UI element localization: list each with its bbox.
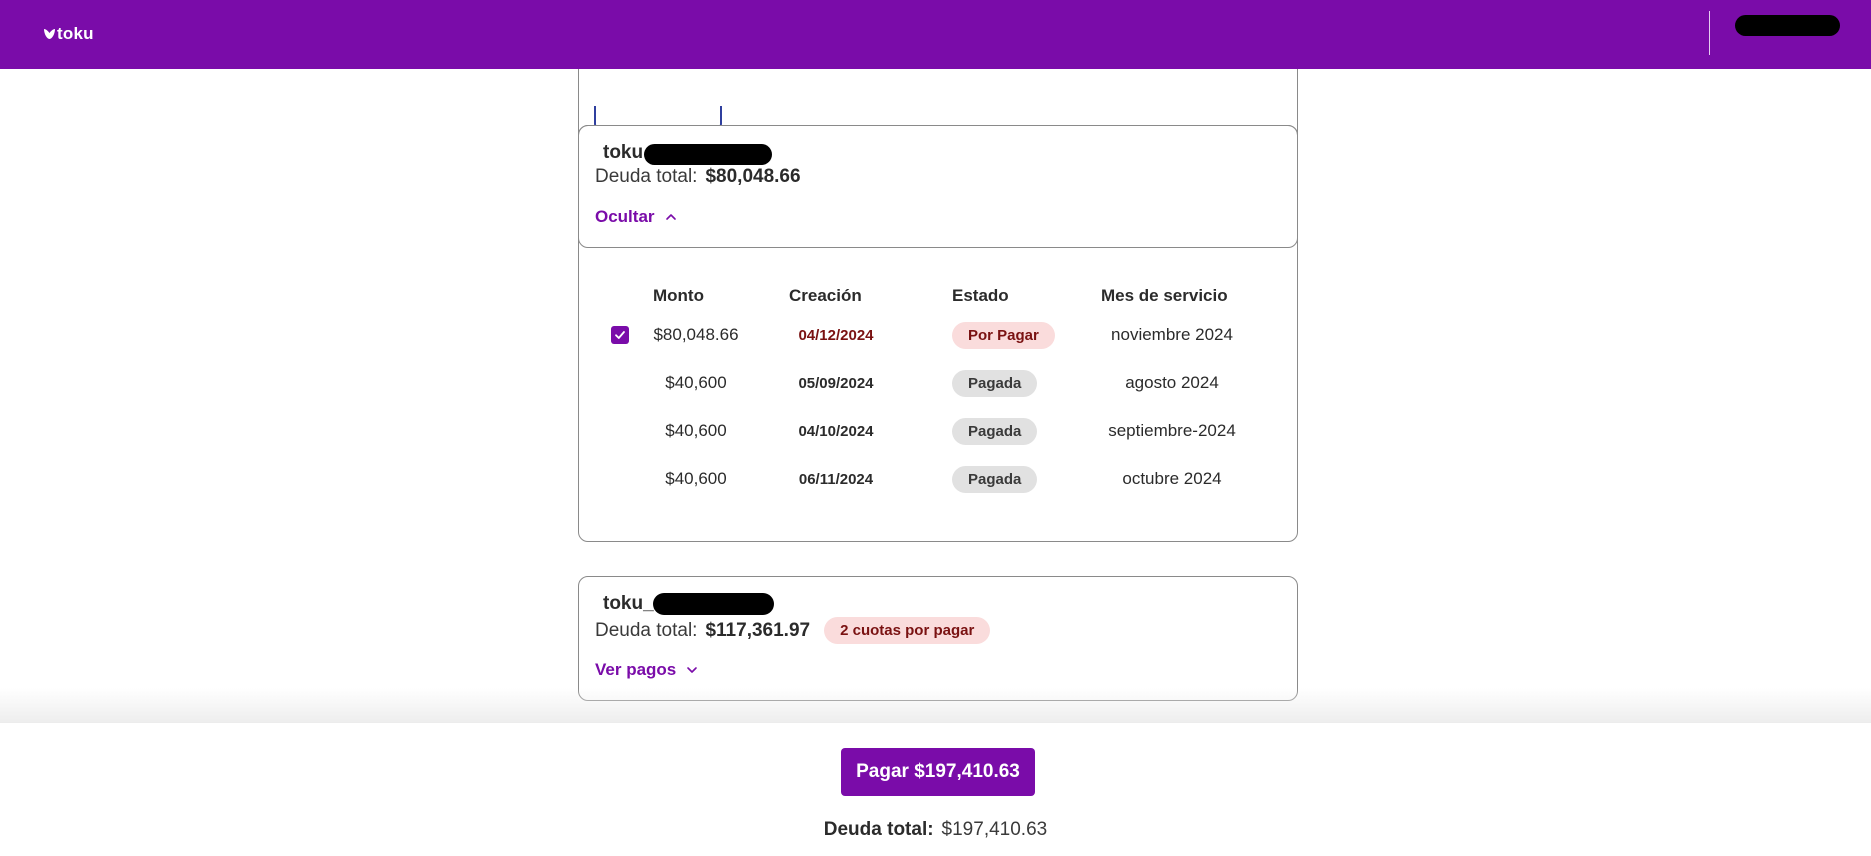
scroll-fade: [0, 688, 1871, 722]
toggle-label: Ocultar: [595, 207, 655, 226]
top-navigation-bar: toku: [0, 0, 1871, 69]
status-badge: Pagada: [952, 417, 1038, 445]
pending-installments-badge: 2 cuotas por pagar: [824, 617, 991, 644]
column-header-service-month: Mes de servicio: [1101, 286, 1228, 305]
row-checkbox[interactable]: [611, 326, 629, 344]
payment-footer: Pagar $197,410.63 Deuda total: $197,410.…: [0, 722, 1871, 856]
account-card: toku Deuda total: $80,048.66 Ocultar Mon…: [578, 125, 1298, 542]
account-card-header: toku Deuda total: $80,048.66 Ocultar: [578, 125, 1298, 248]
footer-total-value: $197,410.63: [941, 819, 1048, 840]
column-header-status: Estado: [952, 286, 1009, 305]
toku-logo[interactable]: toku: [43, 24, 94, 44]
table-row: $40,600 06/11/2024 Pagada octubre 2024: [579, 459, 1299, 499]
row-service-month: septiembre-2024: [1108, 421, 1236, 440]
footer-total: Deuda total: $197,410.63: [0, 819, 1871, 841]
row-service-month: noviembre 2024: [1111, 325, 1233, 344]
checkmark-icon: [615, 331, 625, 339]
table-row: $40,600 05/09/2024 Pagada agosto 2024: [579, 363, 1299, 403]
redacted-account-id: [644, 144, 772, 165]
account-name: toku_: [603, 593, 654, 614]
logo-mark-icon: [44, 29, 55, 39]
account-debt-row: Deuda total: $80,048.66: [595, 166, 801, 188]
row-created-date: 04/10/2024: [798, 422, 874, 440]
status-badge: Por Pagar: [952, 321, 1055, 349]
row-amount: $80,048.66: [653, 325, 739, 344]
row-created-date: 06/11/2024: [798, 470, 874, 488]
row-service-month: octubre 2024: [1122, 469, 1222, 488]
header-divider: [1709, 11, 1710, 55]
row-created-date: 05/09/2024: [798, 374, 874, 392]
row-service-month: agosto 2024: [1125, 373, 1219, 392]
account-debt-row: Deuda total: $117,361.97 2 cuotas por pa…: [595, 617, 991, 644]
debt-amount: $117,361.97: [705, 619, 811, 641]
chevron-up-icon: [665, 214, 676, 220]
row-amount: $40,600: [665, 421, 727, 440]
row-amount: $40,600: [665, 373, 727, 392]
status-badge: Pagada: [952, 465, 1038, 493]
debt-label: Deuda total:: [595, 619, 698, 641]
account-name: toku: [603, 142, 644, 163]
pay-button[interactable]: Pagar $197,410.63: [841, 748, 1035, 796]
table-row[interactable]: $80,048.66 04/12/2024 Por Pagar noviembr…: [579, 315, 1299, 355]
debt-amount: $80,048.66: [705, 166, 801, 187]
table-row: $40,600 04/10/2024 Pagada septiembre-202…: [579, 411, 1299, 451]
chevron-down-icon: [687, 667, 698, 673]
column-header-created: Creación: [789, 286, 862, 305]
hide-payments-toggle[interactable]: Ocultar: [595, 207, 678, 227]
view-payments-toggle[interactable]: Ver pagos: [595, 660, 699, 680]
redacted-user-name: [1735, 15, 1840, 36]
row-created-date: 04/12/2024: [798, 326, 874, 344]
row-amount: $40,600: [665, 469, 727, 488]
debt-label: Deuda total:: [595, 166, 698, 187]
toggle-label: Ver pagos: [595, 660, 677, 679]
logo-text: toku: [57, 24, 94, 43]
footer-total-label: Deuda total:: [823, 819, 934, 840]
status-badge: Pagada: [952, 369, 1038, 397]
accounts-scroll-area[interactable]: toku Deuda total: $80,048.66 Ocultar Mon…: [0, 69, 1871, 722]
account-card: toku_ Deuda total: $117,361.97 2 cuotas …: [578, 576, 1298, 701]
column-header-amount: Monto: [653, 286, 704, 305]
redacted-account-id: [653, 593, 774, 615]
